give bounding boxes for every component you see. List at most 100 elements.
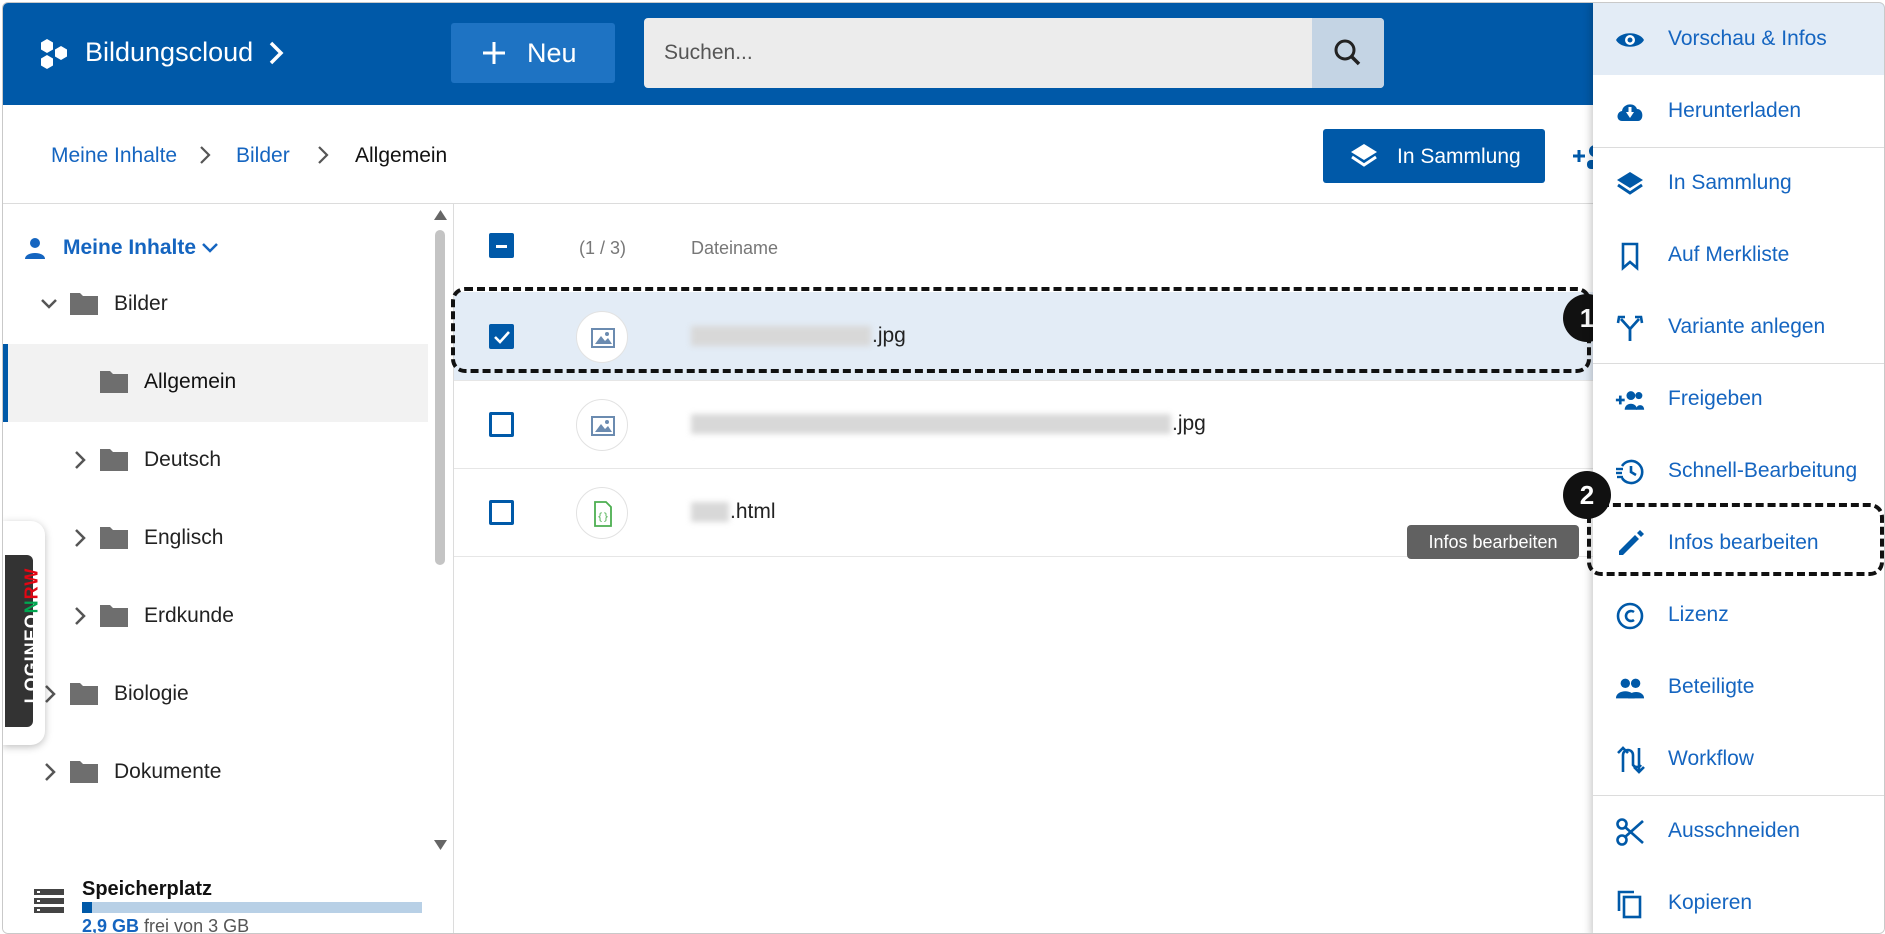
history-icon [1616, 459, 1644, 485]
in-collection-label: In Sammlung [1397, 145, 1521, 168]
file-name[interactable]: .jpg [691, 412, 1206, 436]
menu-item-bookmark[interactable]: Auf Merkliste [1593, 219, 1884, 291]
menu-item-participants[interactable]: Beteiligte [1593, 651, 1884, 723]
chevron-right-icon[interactable] [71, 605, 89, 627]
folder-icon [70, 293, 98, 315]
chevron-right-icon [200, 146, 211, 164]
annotation-highlight-menu-item [1587, 503, 1884, 576]
selection-count: (1 / 3) [579, 238, 627, 258]
menu-item-label: Herunterladen [1668, 99, 1802, 122]
menu-item-label: Auf Merkliste [1668, 243, 1790, 266]
breadcrumb-item-bilder[interactable]: Bilder [236, 144, 290, 168]
layers-icon [1351, 144, 1377, 167]
search-input[interactable] [644, 18, 1274, 88]
fork-icon [1616, 315, 1644, 341]
menu-item-label: In Sammlung [1668, 171, 1792, 194]
menu-item-label: Freigeben [1668, 387, 1763, 410]
menu-item-label: Ausschneiden [1668, 819, 1800, 842]
folder-icon [100, 605, 128, 627]
eye-icon [1616, 33, 1644, 47]
menu-item-quick-edit[interactable]: Schnell-Bearbeitung [1593, 435, 1884, 507]
tree-item-label: Bilder [114, 292, 168, 315]
svg-text:{}: {} [597, 512, 609, 523]
storage-used: 2,9 GB [82, 916, 140, 934]
chevron-right-icon[interactable] [71, 527, 89, 549]
layers-icon [1617, 172, 1643, 195]
new-button[interactable]: Neu [451, 23, 615, 83]
menu-item-download[interactable]: Herunterladen [1593, 75, 1884, 147]
tree-item-bilder[interactable]: Bilder [3, 266, 428, 344]
chevron-right-icon[interactable] [265, 39, 287, 67]
menu-item-cut[interactable]: Ausschneiden [1593, 795, 1884, 867]
app-window: Bildungscloud Neu Meine Inhalte Bilder [2, 2, 1885, 934]
logineo-logo: LOGINEONRW [21, 567, 42, 704]
scissors-icon [1616, 818, 1644, 846]
in-collection-button[interactable]: In Sammlung [1323, 129, 1545, 183]
row-checkbox[interactable] [489, 412, 514, 437]
menu-item-label: Kopieren [1668, 891, 1753, 914]
tree-item-allgemein[interactable]: Allgemein [3, 344, 428, 422]
tree-item-englisch[interactable]: Englisch [3, 500, 428, 578]
tree-item-biologie[interactable]: Biologie [3, 656, 428, 734]
column-header-filename[interactable]: Dateiname [691, 238, 778, 259]
context-menu: Vorschau & Infos Herunterladen In Sammlu… [1593, 3, 1884, 933]
storage-bar [82, 902, 422, 913]
scrollbar-thumb[interactable] [435, 230, 445, 565]
menu-item-license[interactable]: Lizenz [1593, 579, 1884, 651]
sidebar-scrollbar[interactable] [429, 204, 453, 854]
tree-item-deutsch[interactable]: Deutsch [3, 422, 428, 500]
select-all-checkbox[interactable] [489, 233, 514, 258]
menu-item-share[interactable]: Freigeben [1593, 363, 1884, 435]
chevron-down-icon[interactable] [40, 293, 58, 315]
folder-icon [100, 527, 128, 549]
tree-item-erdkunde[interactable]: Erdkunde [3, 578, 428, 656]
cloud-logo-icon[interactable] [37, 37, 71, 71]
folder-sidebar: Meine Inhalte Bilder Allgemein Deutsch E… [3, 204, 454, 933]
storage-rest: frei von 3 GB [144, 916, 250, 934]
tree-item-label: Deutsch [144, 448, 222, 471]
tree-item-label: Erdkunde [144, 604, 234, 627]
annotation-highlight-row [451, 287, 1591, 373]
chevron-right-icon[interactable] [41, 761, 59, 783]
tree-item-dokumente[interactable]: Dokumente [3, 734, 428, 812]
menu-item-variant[interactable]: Variante anlegen [1593, 291, 1884, 363]
storage-info: 2,9 GB frei von 3 GB [82, 916, 250, 934]
app-name[interactable]: Bildungscloud [85, 37, 253, 68]
folder-icon [100, 449, 128, 471]
menu-item-label: Lizenz [1668, 603, 1729, 626]
code-file-icon: {} [576, 487, 628, 539]
folder-icon [70, 761, 98, 783]
menu-item-copy[interactable]: Kopieren [1593, 867, 1884, 933]
scroll-down-icon[interactable] [434, 840, 447, 850]
menu-item-in-collection[interactable]: In Sammlung [1593, 147, 1884, 219]
file-name[interactable]: .html [691, 500, 776, 524]
person-icon [25, 238, 45, 259]
storage-panel: Speicherplatz 2,9 GB frei von 3 GB [3, 864, 428, 934]
search-box [644, 18, 1384, 88]
people-icon [1615, 678, 1645, 699]
tree-root-label: Meine Inhalte [63, 236, 197, 259]
tooltip: Infos bearbeiten [1407, 525, 1579, 559]
chevron-right-icon[interactable] [71, 449, 89, 471]
menu-item-workflow[interactable]: Workflow [1593, 723, 1884, 795]
tree-item-label: Allgemein [144, 370, 237, 393]
tree-item-label: Dokumente [114, 760, 222, 783]
breadcrumb-item-current: Allgemein [355, 144, 448, 167]
tree-item-label: Biologie [114, 682, 189, 705]
scroll-up-icon[interactable] [434, 210, 447, 220]
breadcrumb: Meine Inhalte Bilder Allgemein In Sammlu… [3, 105, 1603, 204]
share-users-icon [1615, 391, 1645, 410]
menu-item-label: Workflow [1668, 747, 1754, 770]
tree-item-label: Englisch [144, 526, 224, 549]
copy-icon [1617, 890, 1642, 919]
bookmark-icon [1621, 242, 1639, 271]
table-row[interactable]: .jpg [454, 380, 1594, 469]
chevron-right-icon [318, 146, 329, 164]
menu-item-preview[interactable]: Vorschau & Infos [1593, 3, 1884, 75]
folder-icon [100, 371, 128, 393]
logineo-badge[interactable]: LOGINEONRW [3, 521, 45, 745]
search-button[interactable] [1312, 18, 1384, 88]
row-checkbox[interactable] [489, 500, 514, 525]
breadcrumb-item-meine-inhalte[interactable]: Meine Inhalte [51, 144, 177, 168]
menu-item-label: Beteiligte [1668, 675, 1755, 698]
